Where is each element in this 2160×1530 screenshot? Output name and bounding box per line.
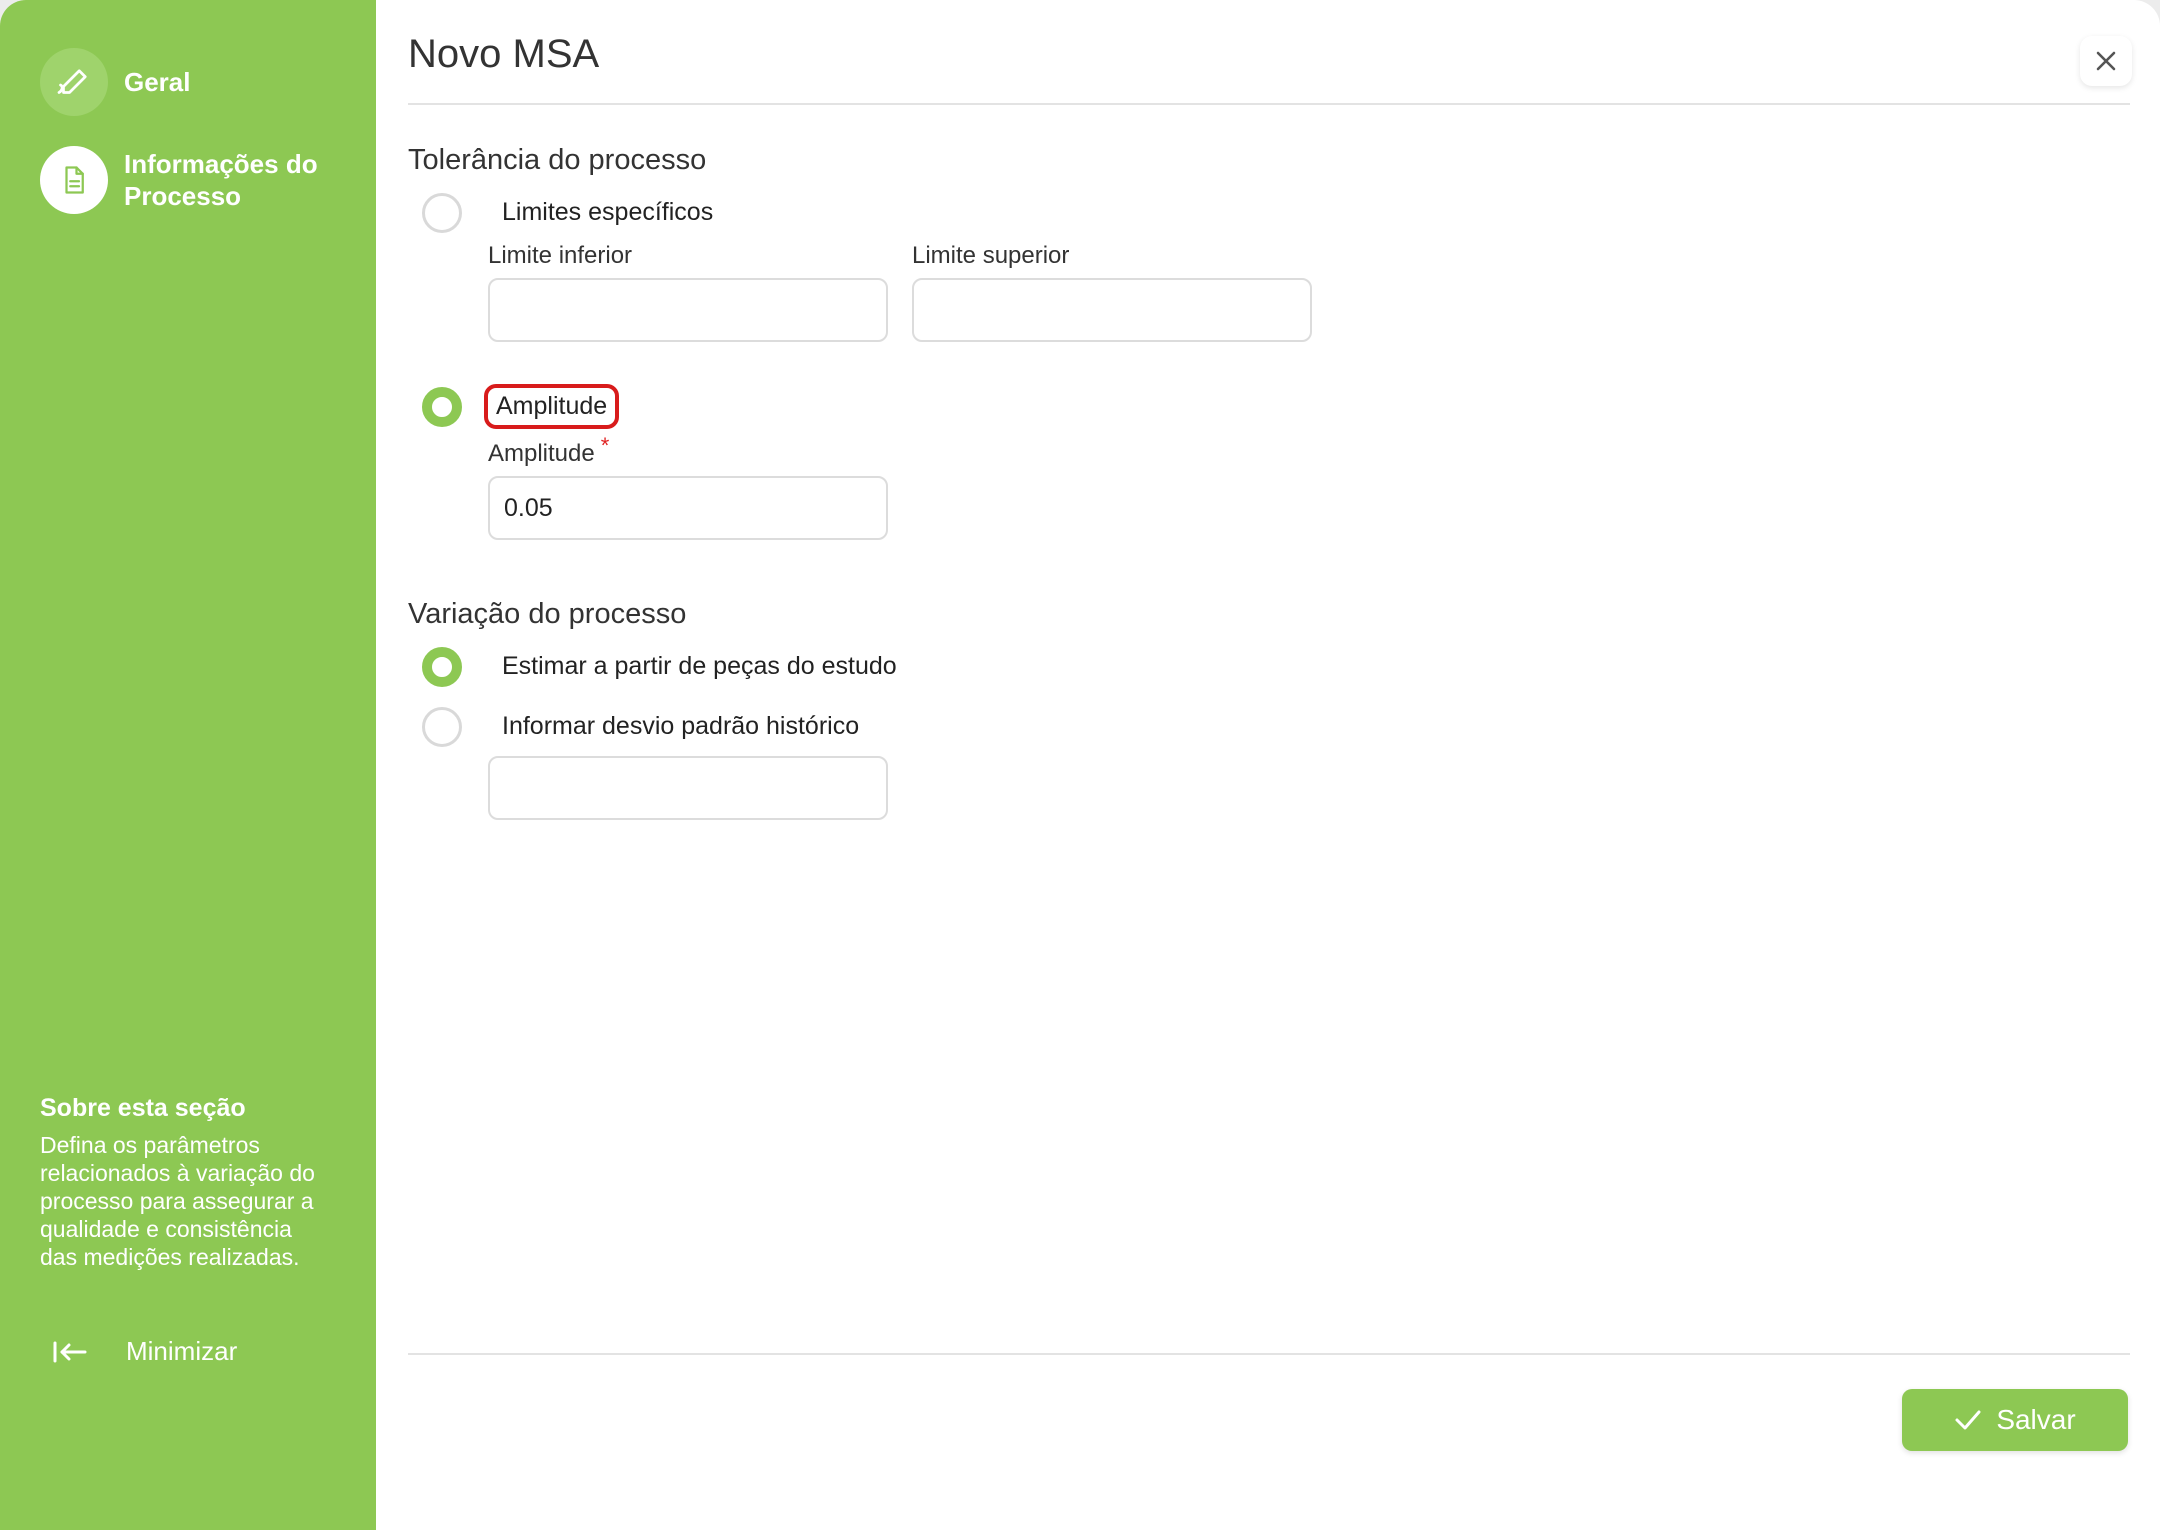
section-title-variation: Variação do processo: [408, 598, 687, 630]
minimize-button[interactable]: Minimizar: [52, 1336, 237, 1367]
footer-divider: [408, 1353, 2130, 1355]
page-title: Novo MSA: [408, 32, 600, 76]
radio-label-historical-std: Informar desvio padrão histórico: [502, 712, 860, 740]
about-text: Defina os parâmetros relacionados à vari…: [40, 1132, 315, 1270]
sidebar: Geral Informações do Processo Sobre esta…: [0, 0, 376, 1530]
radio-circle-checked: [422, 646, 462, 687]
close-button[interactable]: [2080, 36, 2132, 86]
lower-limit-label: Limite inferior: [488, 242, 633, 269]
radio-amplitude[interactable]: Amplitude: [422, 384, 620, 429]
modal: Geral Informações do Processo Sobre esta…: [0, 0, 2160, 1530]
radio-circle: [422, 192, 462, 233]
upper-limit-input[interactable]: [912, 278, 1312, 342]
radio-circle: [422, 706, 462, 747]
main-content: Novo MSA Tolerância do processo Limites …: [408, 0, 2132, 1530]
header-divider: [408, 103, 2130, 105]
radio-specific-limits[interactable]: Limites específicos: [422, 192, 721, 233]
close-icon: [2096, 51, 2116, 71]
collapse-left-icon: [53, 1341, 87, 1362]
radio-estimate-from-parts[interactable]: Estimar a partir de peças do estudo: [422, 646, 905, 687]
amplitude-label-text: Amplitude: [488, 440, 595, 467]
pencil-icon: [57, 69, 87, 94]
step-circle-geral: [40, 48, 108, 116]
check-icon: [1955, 1410, 1981, 1430]
amplitude-input[interactable]: [488, 476, 888, 540]
radio-circle-checked: [422, 386, 462, 427]
sidebar-step-label: Informações do Processo: [124, 149, 318, 211]
radio-historical-std[interactable]: Informar desvio padrão histórico: [422, 706, 867, 747]
radio-label-specific-limits: Limites específicos: [502, 198, 714, 226]
section-title-tolerance: Tolerância do processo: [408, 144, 707, 176]
radio-label-estimate: Estimar a partir de peças do estudo: [502, 652, 897, 680]
lower-limit-input[interactable]: [488, 278, 888, 342]
minimize-label: Minimizar: [126, 1336, 238, 1366]
upper-limit-label: Limite superior: [912, 242, 1070, 269]
save-button[interactable]: Salvar: [1902, 1389, 2128, 1451]
step-circle-process-info: [40, 146, 108, 214]
radio-label-amplitude: Amplitude: [484, 384, 620, 429]
historical-std-input[interactable]: [488, 756, 888, 820]
save-label: Salvar: [1996, 1404, 2076, 1435]
about-title: Sobre esta seção: [40, 1094, 246, 1122]
required-mark: *: [600, 433, 610, 458]
sidebar-step-geral[interactable]: Geral: [40, 48, 191, 116]
sidebar-step-process-info[interactable]: Informações do Processo: [40, 146, 354, 214]
sidebar-step-label: Geral: [124, 67, 191, 97]
about-section: Sobre esta seção Defina os parâmetros re…: [40, 1094, 330, 1271]
document-icon: [65, 166, 84, 194]
amplitude-label: Amplitude *: [488, 433, 609, 468]
